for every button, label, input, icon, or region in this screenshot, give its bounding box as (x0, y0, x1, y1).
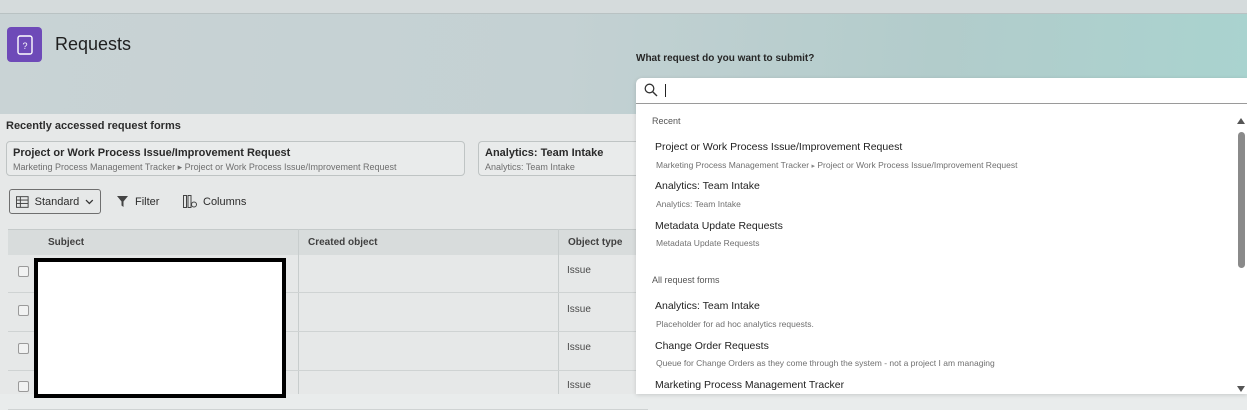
picker-option[interactable]: Project or Work Process Issue/Improvemen… (655, 141, 902, 153)
view-selector-button[interactable]: Standard (9, 189, 101, 214)
search-input[interactable] (636, 78, 1247, 104)
column-header-subject[interactable]: Subject (48, 237, 84, 248)
search-icon (644, 83, 658, 97)
filter-button[interactable]: Filter (116, 189, 159, 214)
scroll-down-arrow[interactable] (1237, 386, 1245, 392)
picker-option[interactable]: Change Order Requests (655, 340, 769, 352)
object-type-cell: Issue (567, 265, 591, 276)
recent-form-card[interactable]: Analytics: Team Intake Analytics: Team I… (478, 141, 648, 176)
picker-option[interactable]: Marketing Process Management Tracker (655, 379, 844, 391)
chevron-down-icon (85, 199, 94, 204)
recent-forms-label: Recently accessed request forms (6, 120, 181, 132)
view-selector-label: Standard (34, 195, 80, 208)
option-breadcrumb: Marketing Process Management Tracker ▸ P… (656, 160, 1018, 170)
filter-label: Filter (135, 195, 160, 208)
columns-label: Columns (203, 195, 247, 208)
row-checkbox[interactable] (18, 305, 29, 316)
top-strip (0, 0, 1247, 14)
picker-option[interactable]: Analytics: Team Intake (655, 180, 760, 192)
row-checkbox[interactable] (18, 266, 29, 277)
column-header-object-type[interactable]: Object type (568, 237, 622, 248)
recent-group-label: Recent (652, 116, 681, 126)
redacted-region (34, 258, 286, 398)
option-subtitle: Placeholder for ad hoc analytics request… (656, 319, 814, 329)
picker-option[interactable]: Metadata Update Requests (655, 220, 783, 232)
option-subtitle: Analytics: Team Intake (656, 199, 741, 209)
picker-option[interactable]: Analytics: Team Intake (655, 300, 760, 312)
object-type-cell: Issue (567, 342, 591, 353)
breadcrumb-separator-icon: ▸ (811, 163, 815, 170)
object-type-cell: Issue (567, 304, 591, 315)
object-type-cell: Issue (567, 380, 591, 391)
card-title: Analytics: Team Intake (485, 147, 604, 159)
card-title: Project or Work Process Issue/Improvemen… (13, 147, 291, 159)
row-checkbox[interactable] (18, 381, 29, 392)
column-header-created-object[interactable]: Created object (308, 237, 377, 248)
table-header: Subject Created object Object type (8, 229, 648, 255)
option-subtitle: Metadata Update Requests (656, 238, 760, 248)
picker-prompt: What request do you want to submit? (636, 53, 815, 64)
request-form-picker: Recent Project or Work Process Issue/Imp… (636, 78, 1247, 394)
columns-button[interactable]: Columns (183, 189, 246, 214)
row-checkbox[interactable] (18, 343, 29, 354)
svg-text:?: ? (22, 41, 27, 51)
all-forms-group-label: All request forms (652, 275, 720, 285)
recent-form-card[interactable]: Project or Work Process Issue/Improvemen… (6, 141, 465, 176)
page-title: Requests (55, 34, 132, 54)
request-form-icon: ? (7, 27, 42, 62)
scroll-up-arrow[interactable] (1237, 118, 1245, 124)
option-subtitle: Queue for Change Orders as they come thr… (656, 358, 995, 368)
scrollbar-thumb[interactable] (1238, 132, 1245, 268)
card-path: Analytics: Team Intake (485, 162, 575, 172)
text-cursor (665, 84, 666, 97)
table-view-icon (16, 195, 29, 208)
card-path: Marketing Process Management Tracker ▸ P… (13, 162, 397, 172)
columns-icon (183, 195, 197, 208)
filter-icon (117, 196, 128, 207)
